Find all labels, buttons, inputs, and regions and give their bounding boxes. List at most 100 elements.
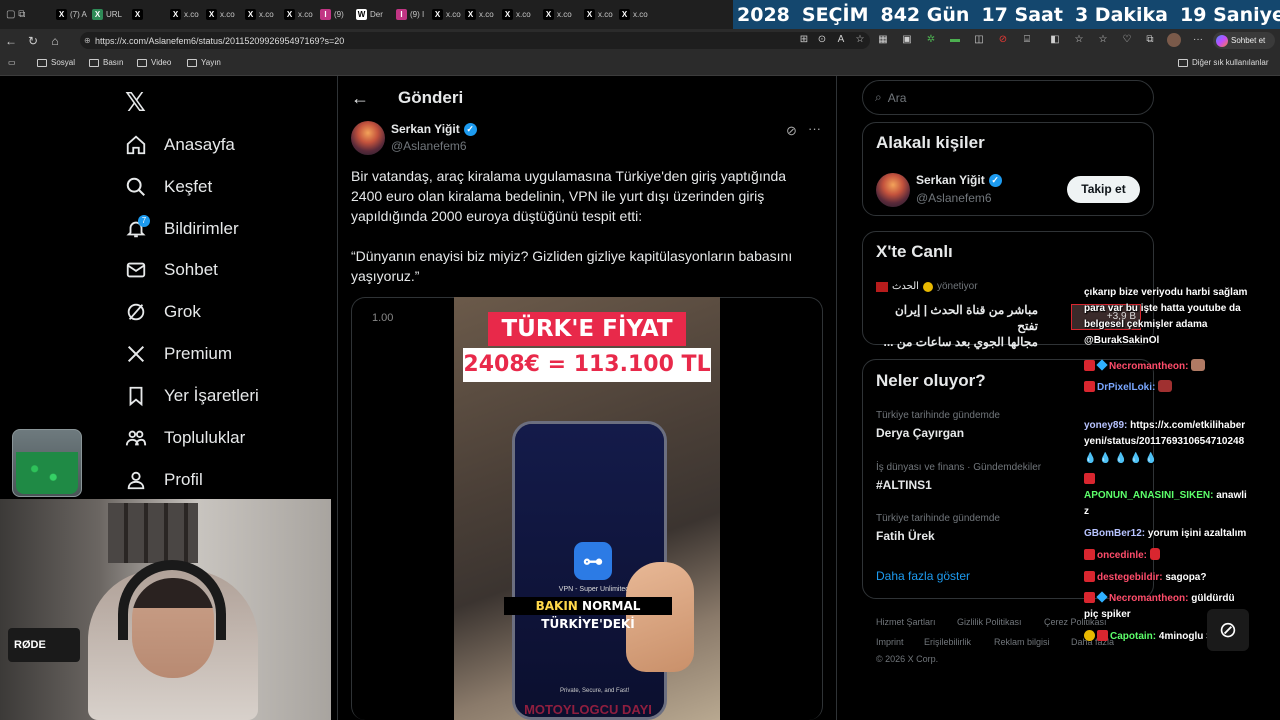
chat-message: APONUN_ANASINI_SIKEN: anawli <box>1084 490 1247 501</box>
browser-tab[interactable]: Xx.co <box>543 4 577 25</box>
nav-item-ke-fet[interactable]: Keşfet <box>124 172 212 202</box>
related-handle[interactable]: @Aslanefem6 <box>916 191 992 205</box>
show-more-link[interactable]: Daha fazla göster <box>876 569 970 583</box>
author-name[interactable]: Serkan Yiğit ✓ <box>391 122 477 136</box>
site-info-icon[interactable]: ⊕ <box>84 36 91 45</box>
more-options-icon[interactable]: ··· <box>808 121 821 136</box>
trend-name[interactable]: Derya Çayırgan <box>876 426 964 440</box>
follow-button[interactable]: Takip et <box>1067 176 1140 203</box>
playback-speed[interactable]: 1.00 <box>372 312 393 324</box>
bookmark-folder-sosyal[interactable]: Sosyal <box>37 58 75 67</box>
browser-tab[interactable]: I (9) <box>320 4 354 25</box>
browser-tab[interactable]: I (9) I <box>396 4 430 25</box>
tab-favicon-icon: X <box>543 9 554 20</box>
favorite-star-icon[interactable]: ☆ <box>853 33 867 47</box>
trend-meta: Türkiye tarihinde gündemde <box>876 513 1000 524</box>
browser-tab[interactable]: X <box>132 4 166 25</box>
emote-icon <box>1191 359 1206 371</box>
trend-name[interactable]: Fatih Ürek <box>876 529 935 543</box>
profile-avatar[interactable] <box>1167 33 1181 47</box>
favorites-icon[interactable]: ☆ <box>1072 33 1086 47</box>
url-bar[interactable]: ⊕ https://x.com/Aslanefem6/status/201152… <box>80 32 870 49</box>
other-bookmarks-folder[interactable]: Diğer sık kullanılanlar <box>1178 58 1268 67</box>
collections-icon[interactable]: ♡ <box>1120 33 1134 47</box>
back-arrow-icon[interactable]: ← <box>351 88 369 109</box>
split-screen-icon[interactable]: ◧ <box>1048 33 1062 47</box>
extension-icon[interactable]: ◫ <box>972 33 986 47</box>
tab-favicon-icon: X <box>245 9 256 20</box>
grok-explain-icon[interactable]: ⊘ <box>786 123 797 139</box>
chat-line: @BurakSakinOl <box>1084 335 1160 346</box>
browser-tab[interactable]: Xx.co <box>502 4 536 25</box>
nav-item-topluluklar[interactable]: Topluluklar <box>124 423 245 453</box>
live-title: X'te Canlı <box>876 242 953 261</box>
trend-name[interactable]: #ALTINS1 <box>876 478 932 492</box>
more-menu-icon[interactable]: ··· <box>1191 33 1205 47</box>
extension-icon[interactable]: ▣ <box>900 33 914 47</box>
reload-icon[interactable]: ↻ <box>22 34 44 48</box>
grok-floating-icon[interactable]: ⊘ <box>1207 609 1249 651</box>
read-aloud-icon[interactable]: A <box>834 33 848 47</box>
browser-tab[interactable]: Xx.co <box>619 4 653 25</box>
browser-tab[interactable]: Xx.co <box>432 4 466 25</box>
bookmark-toggle-icon[interactable]: ▭ <box>8 58 16 67</box>
footer-link[interactable]: Imprint <box>876 637 904 647</box>
browser-tab[interactable]: Xx.co <box>584 4 618 25</box>
grok-icon <box>124 300 148 324</box>
browser-tab[interactable]: Xx.co <box>284 4 318 25</box>
app-icon[interactable]: ⊞ <box>797 33 811 47</box>
nav-item-bildirimler[interactable]: 7 Bildirimler <box>124 214 239 244</box>
browser-tab[interactable]: Xx.co <box>206 4 240 25</box>
post-text: Bir vatandaş, araç kiralama uygulamasına… <box>351 168 787 224</box>
bookmark-folder-basin[interactable]: Basın <box>89 58 123 67</box>
nav-item-profil[interactable]: Profil <box>124 465 203 495</box>
nav-item-sohbet[interactable]: Sohbet <box>124 255 218 285</box>
footer-link[interactable]: Gizlilik Politikası <box>957 617 1022 627</box>
extension-icon[interactable]: ⊘ <box>996 33 1010 47</box>
browser-tab[interactable]: X URL <box>92 4 130 25</box>
browser-tab[interactable]: W Der <box>356 4 392 25</box>
trend-meta: İş dünyası ve finans · Gündemdekiler <box>876 462 1042 473</box>
search-input[interactable]: ⌕ Ara <box>862 80 1154 115</box>
zoom-icon[interactable]: ⊙ <box>815 33 829 47</box>
nav-item-grok[interactable]: Grok <box>124 297 201 327</box>
extension-icon[interactable]: ▬ <box>948 33 962 47</box>
home-button-icon[interactable]: ⌂ <box>44 34 66 48</box>
back-icon[interactable]: ← <box>0 34 22 48</box>
tab-label: x.co <box>516 10 531 19</box>
bookmark-folder-video[interactable]: Video <box>137 58 171 67</box>
badge-icon <box>1084 360 1095 371</box>
election-countdown-banner: 2028 SEÇİM 842 Gün 17 Saat 3 Dakika 19 S… <box>733 0 1280 29</box>
live-stream-title[interactable]: مباشر من قناة الحدث | إيران تفتح مجالها … <box>876 302 1039 350</box>
window-controls-icon[interactable]: ▢ ⧉ <box>6 4 25 25</box>
video-bottom-caption: MOTOYLOGCU DAYI <box>524 702 652 717</box>
x-logo-icon[interactable]: 𝕏 <box>125 88 146 118</box>
nav-item-yer-i-aretleri[interactable]: Yer İşaretleri <box>124 381 259 411</box>
browser-essentials-icon[interactable]: ⧉ <box>1143 33 1157 47</box>
related-people-title: Alakalı kişiler <box>876 133 985 152</box>
browser-tab[interactable]: X (7) A <box>56 4 88 25</box>
favorites-bar-icon[interactable]: ☆ <box>1096 33 1110 47</box>
author-handle[interactable]: @Aslanefem6 <box>391 139 467 153</box>
tab-label: x.co <box>557 10 572 19</box>
live-source[interactable]: الحدث yönetiyor <box>876 281 978 292</box>
browser-tab[interactable]: Xx.co <box>465 4 499 25</box>
related-name[interactable]: Serkan Yiğit ✓ <box>916 173 1002 187</box>
browser-tab[interactable]: Xx.co <box>245 4 279 25</box>
extension-icon[interactable]: ✲ <box>924 33 938 47</box>
nav-item-anasayfa[interactable]: Anasayfa <box>124 130 235 160</box>
bookmark-folder-yayin[interactable]: Yayın <box>187 58 221 67</box>
author-avatar[interactable] <box>351 121 385 155</box>
extension-icon[interactable]: ⌸ <box>1020 33 1034 47</box>
footer-link[interactable]: Reklam bilgisi <box>994 637 1050 647</box>
jar-contents-image <box>16 452 78 494</box>
post-quote-text: “Dünyanın enayisi biz miyiz? Gizliden gi… <box>351 248 793 284</box>
footer-link[interactable]: Hizmet Şartları <box>876 617 936 627</box>
app-tagline: Private, Secure, and Fast! <box>560 688 630 694</box>
browser-tab[interactable]: Xx.co <box>170 4 204 25</box>
copilot-chat-button[interactable]: Sohbet et <box>1213 32 1275 49</box>
nav-item-premium[interactable]: Premium <box>124 339 232 369</box>
footer-link[interactable]: Erişilebilirlik <box>924 637 971 647</box>
related-avatar[interactable] <box>876 173 910 207</box>
extension-icon[interactable]: ▦ <box>876 33 890 47</box>
